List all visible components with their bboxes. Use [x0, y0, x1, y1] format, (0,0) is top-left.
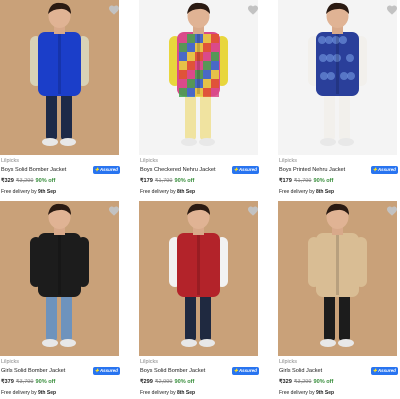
delivery-info: Free delivery by 9th Sep [1, 189, 56, 195]
product-discount: 90% off [313, 379, 334, 385]
product-title[interactable]: Boys Checkered Nehru Jacket [140, 167, 216, 173]
delivery-date: 8th Sep [315, 189, 335, 195]
assured-badge: ✚ Assured [371, 367, 398, 375]
product-price: ₹329 [1, 178, 14, 184]
product-price: ₹379 [1, 379, 14, 385]
product-discount: 90% off [35, 379, 56, 385]
product-image[interactable] [278, 201, 397, 356]
assured-label: Assured [377, 167, 396, 172]
assured-label: Assured [238, 368, 257, 373]
product-mrp: ₹1,799 [154, 178, 173, 184]
product-card-4[interactable]: Lilpicks Girls Solid Bomber Jacket ✚ Ass… [0, 201, 120, 399]
product-pricing: ₹179 ₹1,799 90% off [279, 178, 333, 184]
delivery-prefix: Free delivery by [140, 189, 176, 195]
product-price: ₹329 [279, 379, 292, 385]
product-pricing: ₹329 ₹3,299 90% off [279, 379, 333, 385]
product-mrp: ₹3,799 [15, 379, 34, 385]
product-price: ₹179 [140, 178, 153, 184]
delivery-date: 8th Sep [176, 390, 196, 396]
product-title[interactable]: Boys Solid Bomber Jacket [140, 368, 205, 374]
product-pricing: ₹329 ₹3,299 90% off [1, 178, 55, 184]
delivery-date: 8th Sep [176, 189, 196, 195]
assured-badge: ✚ Assured [93, 166, 120, 174]
heart-icon[interactable] [108, 204, 120, 216]
delivery-info: Free delivery by 8th Sep [279, 189, 334, 195]
product-brand: Lilpicks [140, 359, 159, 365]
assured-label: Assured [99, 368, 118, 373]
heart-icon[interactable] [247, 3, 259, 15]
delivery-prefix: Free delivery by [140, 390, 176, 396]
product-mrp: ₹1,799 [293, 178, 312, 184]
assured-badge: ✚ Assured [371, 166, 398, 174]
product-brand: Lilpicks [279, 158, 298, 164]
delivery-prefix: Free delivery by [1, 189, 37, 195]
product-pricing: ₹379 ₹3,799 90% off [1, 379, 55, 385]
product-image[interactable] [139, 201, 258, 356]
delivery-prefix: Free delivery by [279, 189, 315, 195]
delivery-info: Free delivery by 9th Sep [1, 390, 56, 396]
delivery-info: Free delivery by 8th Sep [140, 189, 195, 195]
heart-icon[interactable] [386, 3, 398, 15]
product-title[interactable]: Boys Printed Nehru Jacket [279, 167, 345, 173]
product-price: ₹299 [140, 379, 153, 385]
delivery-prefix: Free delivery by [279, 390, 315, 396]
product-card-6[interactable]: Lilpicks Girls Solid Jacket ✚ Assured ₹3… [278, 201, 398, 399]
product-image[interactable] [0, 0, 119, 155]
heart-icon[interactable] [108, 3, 120, 15]
product-title[interactable]: Girls Solid Jacket [279, 368, 322, 374]
product-discount: 90% off [35, 178, 56, 184]
heart-icon[interactable] [386, 204, 398, 216]
assured-label: Assured [99, 167, 118, 172]
delivery-info: Free delivery by 8th Sep [140, 390, 195, 396]
product-price: ₹179 [279, 178, 292, 184]
product-brand: Lilpicks [279, 359, 298, 365]
product-image[interactable] [0, 201, 119, 356]
product-brand: Lilpicks [140, 158, 159, 164]
assured-badge: ✚ Assured [232, 166, 259, 174]
delivery-date: 9th Sep [37, 390, 57, 396]
product-discount: 90% off [174, 379, 195, 385]
delivery-info: Free delivery by 9th Sep [279, 390, 334, 396]
product-mrp: ₹2,999 [154, 379, 173, 385]
assured-badge: ✚ Assured [232, 367, 259, 375]
product-brand: Lilpicks [1, 359, 20, 365]
product-card-2[interactable]: Lilpicks Boys Checkered Nehru Jacket ✚ A… [139, 0, 259, 198]
assured-badge: ✚ Assured [93, 367, 120, 375]
product-pricing: ₹299 ₹2,999 90% off [140, 379, 194, 385]
product-discount: 90% off [313, 178, 334, 184]
heart-icon[interactable] [247, 204, 259, 216]
delivery-date: 9th Sep [315, 390, 335, 396]
product-brand: Lilpicks [1, 158, 20, 164]
product-card-5[interactable]: Lilpicks Boys Solid Bomber Jacket ✚ Assu… [139, 201, 259, 399]
product-mrp: ₹3,299 [15, 178, 34, 184]
assured-label: Assured [377, 368, 396, 373]
product-image[interactable] [139, 0, 258, 155]
product-image[interactable] [278, 0, 397, 155]
product-card-3[interactable]: Lilpicks Boys Printed Nehru Jacket ✚ Ass… [278, 0, 398, 198]
product-mrp: ₹3,299 [293, 379, 312, 385]
product-pricing: ₹179 ₹1,799 90% off [140, 178, 194, 184]
product-title[interactable]: Girls Solid Bomber Jacket [1, 368, 65, 374]
assured-label: Assured [238, 167, 257, 172]
delivery-date: 9th Sep [37, 189, 57, 195]
product-card-1[interactable]: Lilpicks Boys Solid Bomber Jacket ✚ Assu… [0, 0, 120, 198]
delivery-prefix: Free delivery by [1, 390, 37, 396]
product-title[interactable]: Boys Solid Bomber Jacket [1, 167, 66, 173]
product-discount: 90% off [174, 178, 195, 184]
